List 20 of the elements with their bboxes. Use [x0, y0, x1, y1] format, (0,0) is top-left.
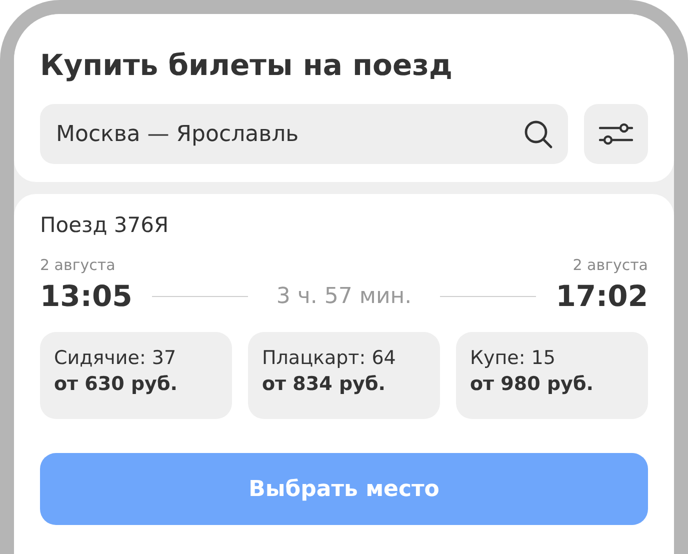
seat-count: Сидячие: 37 [54, 347, 178, 369]
seat-count: Плацкарт: 64 [262, 347, 397, 369]
filter-button[interactable] [584, 104, 648, 164]
departure-date: 2 августа [40, 256, 116, 274]
arrival-time: 17:02 [556, 278, 648, 314]
class-price: от 630 руб. [54, 373, 178, 395]
settings-icon [599, 122, 633, 146]
class-price: от 834 руб. [262, 373, 386, 395]
seat-count: Купе: 15 [470, 347, 556, 369]
arrival-date: 2 августа [572, 256, 648, 274]
class-option[interactable]: Плацкарт: 64 от 834 руб. [248, 332, 440, 419]
page-title: Купить билеты на поезд [40, 47, 454, 84]
search-field[interactable]: Москва — Ярославль [40, 104, 568, 164]
train-name: Поезд 376Я [40, 212, 170, 239]
departure-time: 13:05 [40, 278, 132, 314]
trip-duration: 3 ч. 57 мин. [276, 284, 412, 308]
class-price: от 980 руб. [470, 373, 594, 395]
search-icon[interactable] [522, 118, 554, 150]
class-option[interactable]: Купе: 15 от 980 руб. [456, 332, 648, 419]
class-option[interactable]: Сидячие: 37 от 630 руб. [40, 332, 232, 419]
